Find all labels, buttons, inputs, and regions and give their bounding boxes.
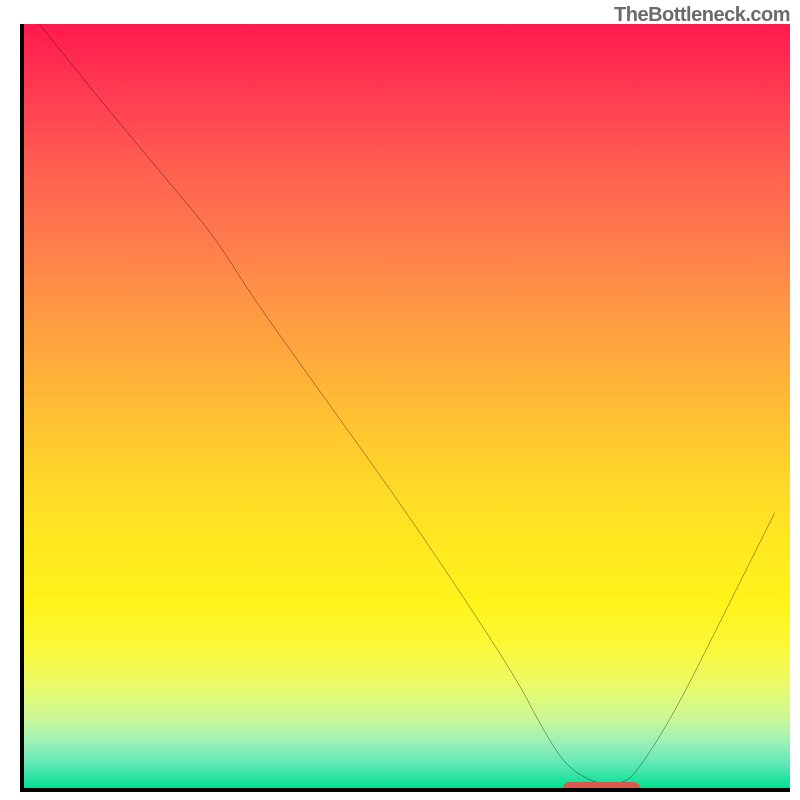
chart-plot-area <box>20 24 790 792</box>
minimum-marker <box>563 782 640 792</box>
chart-background-gradient <box>24 24 790 788</box>
